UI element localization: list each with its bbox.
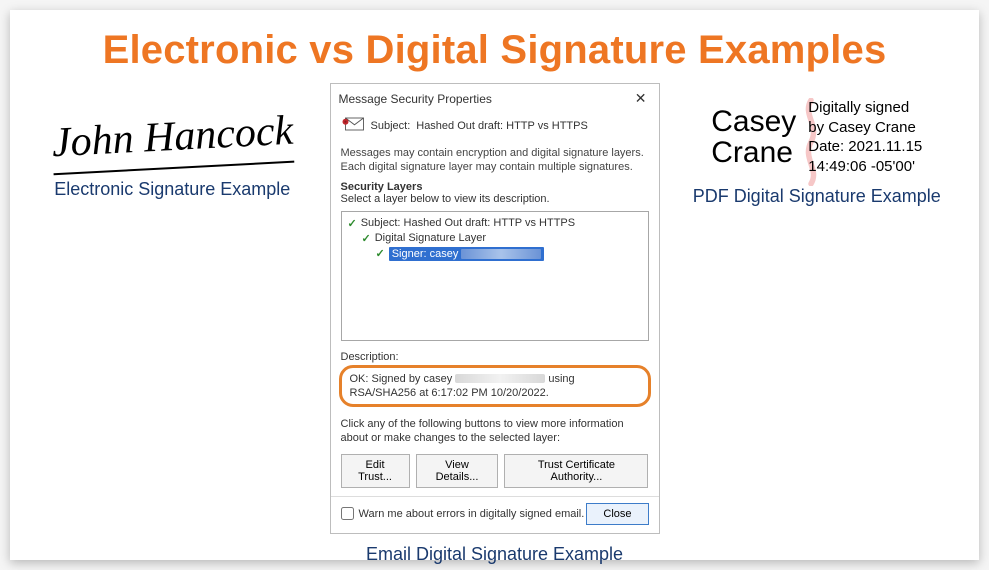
check-icon: ✓ — [376, 247, 385, 260]
subject-row: Subject: Hashed Out draft: HTTP vs HTTPS — [331, 113, 659, 142]
pdf-signature-details: Digitally signed by Casey Crane Date: 20… — [804, 98, 922, 176]
pdf-details-wrap: Digitally signed by Casey Crane Date: 20… — [804, 98, 922, 176]
description-prefix: OK: Signed by casey — [350, 373, 453, 385]
check-icon: ✓ — [348, 217, 357, 230]
info-text: Messages may contain encryption and digi… — [331, 142, 659, 179]
pdf-line4: 14:49:06 -05'00' — [808, 157, 922, 177]
description-box: OK: Signed by casey using RSA/SHA256 at … — [339, 365, 651, 408]
columns: John Hancock Electronic Signature Exampl… — [25, 83, 964, 565]
message-security-dialog: Message Security Properties ✕ Subject: H… — [330, 83, 660, 534]
pdf-name-line1: Casey — [711, 106, 796, 138]
warn-checkbox-label: Warn me about errors in digitally signed… — [359, 508, 585, 520]
email-sig-column: Message Security Properties ✕ Subject: H… — [330, 83, 660, 565]
tree-node-label: Digital Signature Layer — [375, 232, 486, 244]
edit-trust-button[interactable]: Edit Trust... — [341, 454, 410, 488]
tree-node-label: Subject: Hashed Out draft: HTTP vs HTTPS — [361, 217, 575, 229]
trust-ca-button[interactable]: Trust Certificate Authority... — [504, 454, 648, 488]
button-row: Edit Trust... View Details... Trust Cert… — [331, 450, 659, 496]
signer-prefix: Signer: casey — [392, 248, 459, 260]
handwritten-signature: John Hancock — [50, 107, 294, 176]
check-icon: ✓ — [362, 232, 371, 245]
pdf-line1: Digitally signed — [808, 98, 922, 118]
redacted-text — [461, 249, 541, 259]
pdf-line2: by Casey Crane — [808, 118, 922, 138]
subject-value: Hashed Out draft: HTTP vs HTTPS — [416, 120, 588, 132]
pdf-line3: Date: 2021.11.15 — [808, 137, 922, 157]
pdf-name-line2: Crane — [711, 137, 796, 169]
dialog-titlebar: Message Security Properties ✕ — [331, 84, 659, 113]
dialog-title: Message Security Properties — [339, 92, 492, 106]
warn-checkbox-wrap[interactable]: Warn me about errors in digitally signed… — [341, 507, 585, 520]
tree-node-selected: Signer: casey — [389, 247, 545, 261]
view-details-button[interactable]: View Details... — [416, 454, 499, 488]
security-layers-heading: Security Layers — [331, 179, 659, 193]
slide: Electronic vs Digital Signature Examples… — [10, 10, 979, 560]
page-title: Electronic vs Digital Signature Examples — [25, 28, 964, 73]
pdf-signer-name: Casey Crane — [711, 106, 796, 169]
pdf-sig-caption: PDF Digital Signature Example — [693, 186, 941, 207]
tree-node-subject[interactable]: ✓ Subject: Hashed Out draft: HTTP vs HTT… — [348, 216, 642, 231]
close-button[interactable]: Close — [586, 503, 648, 525]
pdf-signature-block: Casey Crane Digitally signed by Casey Cr… — [711, 98, 922, 176]
electronic-sig-column: John Hancock Electronic Signature Exampl… — [25, 113, 320, 200]
dialog-bottom-row: Warn me about errors in digitally signed… — [331, 496, 659, 533]
description-label: Description: — [331, 347, 659, 365]
select-layer-instruction: Select a layer below to view its descrip… — [331, 193, 659, 209]
pdf-sig-column: Casey Crane Digitally signed by Casey Cr… — [670, 98, 965, 207]
tree-node-signer[interactable]: ✓ Signer: casey — [348, 246, 642, 262]
email-sig-caption: Email Digital Signature Example — [366, 544, 623, 565]
close-icon[interactable]: ✕ — [631, 90, 651, 107]
warn-checkbox[interactable] — [341, 507, 354, 520]
subject-label: Subject: — [371, 120, 411, 132]
security-layers-tree[interactable]: ✓ Subject: Hashed Out draft: HTTP vs HTT… — [341, 211, 649, 341]
redacted-text — [455, 374, 545, 383]
more-info-text: Click any of the following buttons to vi… — [331, 413, 659, 450]
sealed-envelope-icon — [341, 115, 365, 136]
electronic-sig-caption: Electronic Signature Example — [54, 179, 290, 200]
tree-node-layer[interactable]: ✓ Digital Signature Layer — [348, 231, 642, 246]
